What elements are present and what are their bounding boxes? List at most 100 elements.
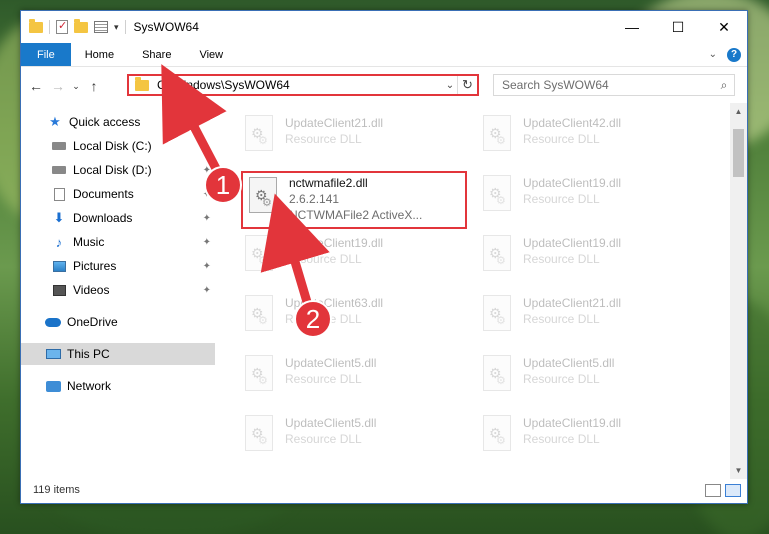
pin-icon: ✦ bbox=[202, 236, 211, 248]
drive-icon bbox=[52, 142, 66, 150]
tab-share[interactable]: Share bbox=[128, 43, 185, 66]
pin-icon: ✦ bbox=[202, 284, 211, 296]
sidebar-item-label: Local Disk (D:) bbox=[73, 163, 152, 177]
file-item[interactable]: ⚙ ⚙ UpdateClient5.dll Resource DLL bbox=[241, 411, 467, 463]
sidebar-item-this-pc[interactable]: This PC bbox=[21, 343, 215, 365]
drive-icon bbox=[52, 166, 66, 174]
properties-check-icon[interactable] bbox=[56, 19, 68, 34]
sidebar-item-label: Local Disk (C:) bbox=[73, 139, 152, 153]
dll-file-icon: ⚙ ⚙ bbox=[479, 295, 515, 339]
scroll-up-icon[interactable]: ▲ bbox=[730, 103, 747, 120]
address-dropdown-icon[interactable]: ⌄ bbox=[443, 80, 457, 91]
close-button[interactable]: ✕ bbox=[701, 11, 747, 43]
pin-icon: ✦ bbox=[202, 260, 211, 272]
sidebar-item-downloads[interactable]: ⬇ Downloads ✦ bbox=[21, 207, 215, 229]
tab-home[interactable]: Home bbox=[71, 43, 128, 66]
sidebar-item-documents[interactable]: Documents ✦ bbox=[21, 183, 215, 205]
file-item[interactable]: ⚙ ⚙ UpdateClient19.dll Resource DLL bbox=[479, 231, 705, 283]
up-button[interactable]: ↑ bbox=[83, 78, 105, 94]
file-type: Resource DLL bbox=[523, 312, 600, 326]
file-item[interactable]: ⚙ ⚙ UpdateClient19.dll Resource DLL bbox=[479, 171, 705, 223]
item-count: 119 items bbox=[33, 484, 80, 496]
sidebar-item-label: Music bbox=[73, 235, 105, 249]
dll-file-icon: ⚙ ⚙ bbox=[479, 115, 515, 159]
forward-button[interactable]: → bbox=[47, 78, 69, 94]
properties-icon[interactable] bbox=[94, 21, 108, 33]
file-item[interactable]: ⚙⚙ UpdateClient63.dllResource DLL bbox=[241, 291, 467, 343]
address-bar[interactable]: C:\Windows\SysWOW64 ⌄ ↻ bbox=[127, 74, 479, 96]
tiles-view-icon[interactable] bbox=[725, 483, 741, 497]
help-icon[interactable]: ? bbox=[727, 47, 741, 62]
file-item[interactable]: ⚙ ⚙ UpdateClient19.dll Resource DLL bbox=[241, 231, 467, 283]
star-icon: ★ bbox=[49, 114, 61, 129]
sidebar-item-quick-access[interactable]: ★ Quick access bbox=[21, 111, 215, 133]
sidebar-item-music[interactable]: ♪ Music ✦ bbox=[21, 231, 215, 253]
minimize-button[interactable]: — bbox=[609, 11, 655, 43]
music-icon: ♪ bbox=[55, 234, 63, 250]
search-input[interactable] bbox=[502, 78, 714, 92]
file-name: UpdateClient42.dll bbox=[523, 116, 622, 130]
file-item[interactable]: ⚙ ⚙ UpdateClient21.dll Resource DLL bbox=[479, 291, 705, 343]
sidebar-item-network[interactable]: Network bbox=[21, 375, 215, 397]
folder-icon bbox=[29, 18, 43, 33]
sidebar-item-label: Quick access bbox=[69, 115, 141, 129]
tab-file[interactable]: File bbox=[21, 43, 71, 66]
sidebar-item-label: Downloads bbox=[73, 211, 133, 225]
sidebar-item-local-disk-c[interactable]: Local Disk (C:) bbox=[21, 135, 215, 157]
file-item[interactable]: ⚙ ⚙ UpdateClient5.dll Resource DLL bbox=[241, 351, 467, 403]
file-description: NCTWMAFile2 ActiveX... bbox=[289, 208, 423, 222]
step-2-badge: 2 bbox=[294, 300, 332, 338]
dll-file-icon: ⚙ ⚙ bbox=[241, 115, 277, 159]
maximize-button[interactable]: ☐ bbox=[655, 11, 701, 43]
pictures-icon bbox=[52, 260, 66, 272]
file-type: Resource DLL bbox=[285, 432, 362, 446]
file-item[interactable]: ⚙ ⚙ UpdateClient21.dll Resource DLL bbox=[241, 111, 467, 163]
search-box[interactable]: ⌕ bbox=[493, 74, 735, 96]
file-explorer-window: ▾ SysWOW64 — ☐ ✕ File Home Share View ⌄ … bbox=[20, 10, 748, 504]
sidebar-item-label: Documents bbox=[73, 187, 134, 201]
sidebar-item-pictures[interactable]: Pictures ✦ bbox=[21, 255, 215, 277]
sidebar-item-label: OneDrive bbox=[67, 315, 118, 329]
search-icon[interactable]: ⌕ bbox=[714, 78, 734, 93]
file-list: ⚙ ⚙ UpdateClient21.dll Resource DLL ⚙ ⚙ Upd… bbox=[221, 103, 731, 479]
file-name: UpdateClient19.dll bbox=[523, 416, 622, 430]
dll-file-icon: ⚙ ⚙ bbox=[241, 355, 277, 399]
customize-toolbar-icon[interactable]: ▾ bbox=[114, 22, 119, 33]
expand-ribbon-icon[interactable]: ⌄ bbox=[709, 49, 717, 60]
documents-icon bbox=[53, 187, 65, 201]
sidebar-item-videos[interactable]: Videos ✦ bbox=[21, 279, 215, 301]
file-type: Resource DLL bbox=[285, 132, 362, 146]
file-name: UpdateClient21.dll bbox=[285, 116, 384, 130]
status-bar: 119 items bbox=[21, 477, 747, 503]
sidebar-item-label: Videos bbox=[73, 283, 110, 297]
vertical-scrollbar[interactable]: ▲ ▼ bbox=[730, 103, 747, 479]
tab-view[interactable]: View bbox=[185, 43, 237, 66]
file-item[interactable]: ⚙ ⚙ UpdateClient42.dll Resource DLL bbox=[479, 111, 705, 163]
pin-icon: ✦ bbox=[202, 212, 211, 224]
file-type: Resource DLL bbox=[285, 252, 362, 266]
downloads-icon: ⬇ bbox=[53, 210, 65, 225]
sidebar-item-local-disk-d[interactable]: Local Disk (D:) ✦ bbox=[21, 159, 215, 181]
highlighted-file-item[interactable]: ⚙ ⚙ nctwmafile2.dll 2.6.2.141 NCTWMAFile2… bbox=[241, 171, 467, 229]
address-path[interactable]: C:\Windows\SysWOW64 bbox=[157, 78, 443, 92]
computer-icon bbox=[45, 349, 61, 359]
file-name: UpdateClient19.dll bbox=[523, 176, 622, 190]
network-icon bbox=[45, 380, 61, 392]
new-folder-icon[interactable] bbox=[74, 18, 88, 33]
file-item[interactable]: ⚙ ⚙ UpdateClient19.dll Resource DLL bbox=[479, 411, 705, 463]
recent-locations-button[interactable]: ⌄ bbox=[69, 81, 83, 92]
file-name: UpdateClient21.dll bbox=[523, 296, 622, 310]
sidebar-item-label: This PC bbox=[67, 347, 110, 361]
back-button[interactable]: ← bbox=[25, 78, 47, 94]
file-item[interactable]: ⚙ ⚙ UpdateClient5.dll Resource DLL bbox=[479, 351, 705, 403]
sidebar-item-onedrive[interactable]: OneDrive bbox=[21, 311, 215, 333]
ribbon-tabs: File Home Share View ⌄ ? bbox=[21, 43, 747, 67]
dll-file-icon: ⚙ ⚙ bbox=[479, 235, 515, 279]
onedrive-cloud-icon bbox=[45, 317, 61, 327]
file-name: UpdateClient19.dll bbox=[523, 236, 622, 250]
scrollbar-thumb[interactable] bbox=[733, 129, 744, 177]
dll-file-icon: ⚙ ⚙ bbox=[241, 235, 277, 279]
details-view-icon[interactable] bbox=[705, 483, 721, 497]
refresh-icon[interactable]: ↻ bbox=[457, 76, 477, 94]
title-bar: ▾ SysWOW64 — ☐ ✕ bbox=[21, 11, 747, 43]
